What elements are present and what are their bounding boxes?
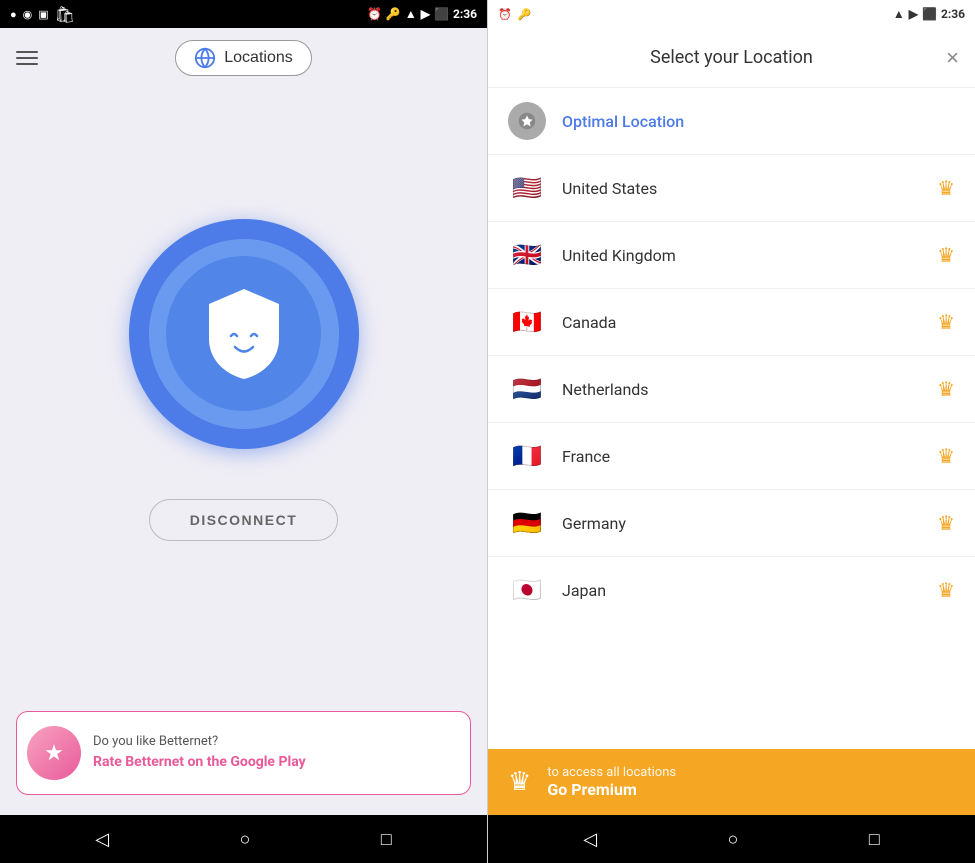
optimal-icon — [508, 102, 546, 140]
location-name-optimal: Optimal Location — [562, 112, 955, 131]
locations-button[interactable]: Locations — [175, 40, 312, 76]
flag-de: 🇩🇪 — [508, 504, 546, 542]
flag-fr: 🇫🇷 — [508, 437, 546, 475]
nav-square-left[interactable]: □ — [361, 821, 412, 858]
location-item-jp[interactable]: 🇯🇵 Japan ♛ — [488, 557, 975, 623]
rating-banner[interactable]: Do you like Betternet? Rate Betternet on… — [16, 711, 471, 795]
premium-banner[interactable]: ♛ to access all locations Go Premium — [488, 749, 975, 815]
nav-back-left[interactable]: ◁ — [75, 821, 129, 858]
location-name-de: Germany — [562, 514, 921, 533]
close-button[interactable]: × — [946, 47, 959, 69]
right-header: Select your Location × — [488, 28, 975, 88]
location-item-nl[interactable]: 🇳🇱 Netherlands ♛ — [488, 356, 975, 423]
inner-circle — [166, 256, 321, 411]
time-display-right: 2:36 — [941, 7, 965, 21]
crown-de: ♛ — [937, 511, 955, 535]
location-item-fr[interactable]: 🇫🇷 France ♛ — [488, 423, 975, 490]
time-display: 2:36 — [453, 7, 477, 21]
nav-home-right[interactable]: ○ — [708, 821, 759, 858]
location-item-uk[interactable]: 🇬🇧 United Kingdom ♛ — [488, 222, 975, 289]
location-item-de[interactable]: 🇩🇪 Germany ♛ — [488, 490, 975, 557]
location-name-fr: France — [562, 447, 921, 466]
panel-title: Select your Location — [650, 47, 813, 68]
location-list: Optimal Location 🇺🇸 United States ♛ 🇬🇧 U… — [488, 88, 975, 749]
nav-back-right[interactable]: ◁ — [563, 821, 617, 858]
nav-square-right[interactable]: □ — [849, 821, 900, 858]
locations-button-label: Locations — [224, 49, 293, 67]
crown-ca: ♛ — [937, 310, 955, 334]
location-name-jp: Japan — [562, 581, 921, 600]
location-item-us[interactable]: 🇺🇸 United States ♛ — [488, 155, 975, 222]
nav-home-left[interactable]: ○ — [220, 821, 271, 858]
premium-cta: Go Premium — [547, 780, 676, 799]
middle-circle — [149, 239, 339, 429]
location-name-uk: United Kingdom — [562, 246, 921, 265]
nav-bar-left: ◁ ○ □ — [0, 815, 487, 863]
hamburger-menu[interactable] — [16, 51, 38, 65]
flag-uk: 🇬🇧 — [508, 236, 546, 274]
rating-link[interactable]: Rate Betternet on the Google Play — [93, 753, 456, 771]
premium-crown-icon: ♛ — [508, 767, 531, 797]
outer-circle — [129, 219, 359, 449]
flag-ca: 🇨🇦 — [508, 303, 546, 341]
crown-jp: ♛ — [937, 578, 955, 602]
premium-text: to access all locations Go Premium — [547, 765, 676, 799]
crown-us: ♛ — [937, 176, 955, 200]
shield-area: DISCONNECT — [0, 88, 487, 711]
flag-us: 🇺🇸 — [508, 169, 546, 207]
shield-face-icon — [199, 284, 289, 384]
flag-jp: 🇯🇵 — [508, 571, 546, 609]
rating-text: Do you like Betternet? Rate Betternet on… — [93, 734, 456, 771]
crown-nl: ♛ — [937, 377, 955, 401]
crown-uk: ♛ — [937, 243, 955, 267]
location-item-ca[interactable]: 🇨🇦 Canada ♛ — [488, 289, 975, 356]
premium-subtext: to access all locations — [547, 765, 676, 780]
left-header: Locations — [0, 28, 487, 88]
status-bar-left: ●◉▣🛍 ⏰🔑▲▶⬛ 2:36 — [0, 0, 487, 28]
status-bar-right: ⏰🔑 ▲▶⬛ 2:36 — [488, 0, 975, 28]
flag-nl: 🇳🇱 — [508, 370, 546, 408]
disconnect-button[interactable]: DISCONNECT — [149, 499, 339, 541]
location-name-us: United States — [562, 179, 921, 198]
rating-question: Do you like Betternet? — [93, 734, 456, 749]
crown-fr: ♛ — [937, 444, 955, 468]
nav-bar-right: ◁ ○ □ — [488, 815, 975, 863]
rating-icon — [27, 726, 81, 780]
location-name-nl: Netherlands — [562, 380, 921, 399]
location-item-optimal[interactable]: Optimal Location — [488, 88, 975, 155]
location-name-ca: Canada — [562, 313, 921, 332]
